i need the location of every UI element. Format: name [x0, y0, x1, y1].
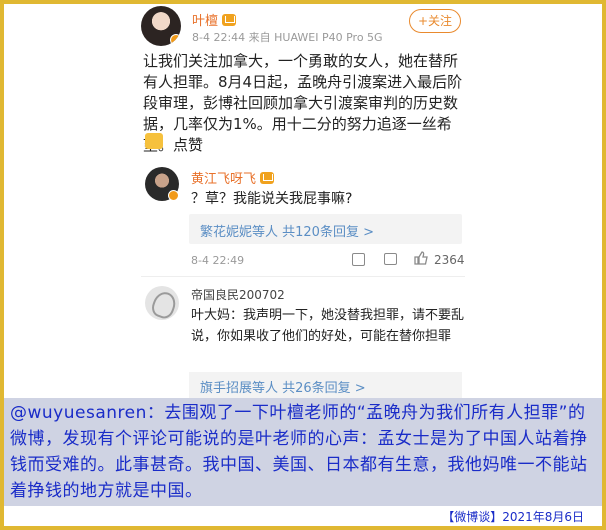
verified-badge-icon — [170, 34, 181, 46]
follow-button[interactable]: +关注 — [409, 9, 461, 33]
post-author-label: 叶檀 — [192, 14, 219, 29]
post-author-name[interactable]: 叶檀 — [192, 10, 237, 29]
comment1-like-count: 2364 — [434, 253, 465, 267]
comment1-time: 8-4 22:49 — [191, 254, 245, 267]
footer-source: 【微博谈】2021年8月6日 — [442, 510, 584, 524]
post-author-avatar[interactable] — [141, 6, 181, 46]
post-meta: 8-4 22:44 来自 HUAWEI P40 Pro 5G — [192, 31, 383, 44]
vip-crown-icon — [222, 14, 237, 26]
comment-icon[interactable] — [384, 253, 397, 265]
comment1-replies-link[interactable]: 繁花妮妮等人 共120条回复 > — [200, 221, 374, 240]
share-icon[interactable] — [352, 253, 365, 266]
like-icon[interactable] — [414, 251, 428, 265]
comment1-author[interactable]: 黄江飞呀飞 — [191, 168, 275, 187]
footer-bar: 【微博谈】2021年8月6日 — [4, 506, 602, 526]
comment2-replies-link[interactable]: 旗手招展等人 共26条回复 > — [200, 377, 366, 396]
annotation-text: @wuyuesanren：去围观了一下叶檀老师的“孟晚舟为我们所有人担罪”的微博… — [10, 403, 588, 501]
comment2-author[interactable]: 帝国良民200702 — [191, 286, 285, 303]
comment2-text: 叶大妈：我声明一下，她没替我担罪，请不要乱说，你如果收了他们的好处，可能在替你担… — [191, 308, 465, 344]
comment1-text: ？草？我能说关我屁事嘛? — [191, 191, 353, 207]
comment1-avatar[interactable] — [145, 167, 179, 201]
vip-crown-icon — [260, 172, 275, 184]
comment2-replies-box[interactable]: 旗手招展等人 共26条回复 > — [189, 372, 462, 398]
comment-divider — [141, 276, 465, 277]
thumbs-up-icon — [145, 133, 163, 149]
post-text: 让我们关注加拿大，一个勇敢的女人，她在替所有人担罪。8月4日起，孟晚舟引渡案进入… — [143, 52, 463, 154]
comment2-avatar[interactable] — [145, 286, 179, 320]
annotation-box: @wuyuesanren：去围观了一下叶檀老师的“孟晚舟为我们所有人担罪”的微博… — [4, 398, 602, 506]
comment1-replies-box[interactable]: 繁花妮妮等人 共120条回复 > — [189, 214, 462, 244]
verified-badge-icon — [168, 190, 179, 201]
comment1-author-label: 黄江飞呀飞 — [191, 172, 257, 187]
